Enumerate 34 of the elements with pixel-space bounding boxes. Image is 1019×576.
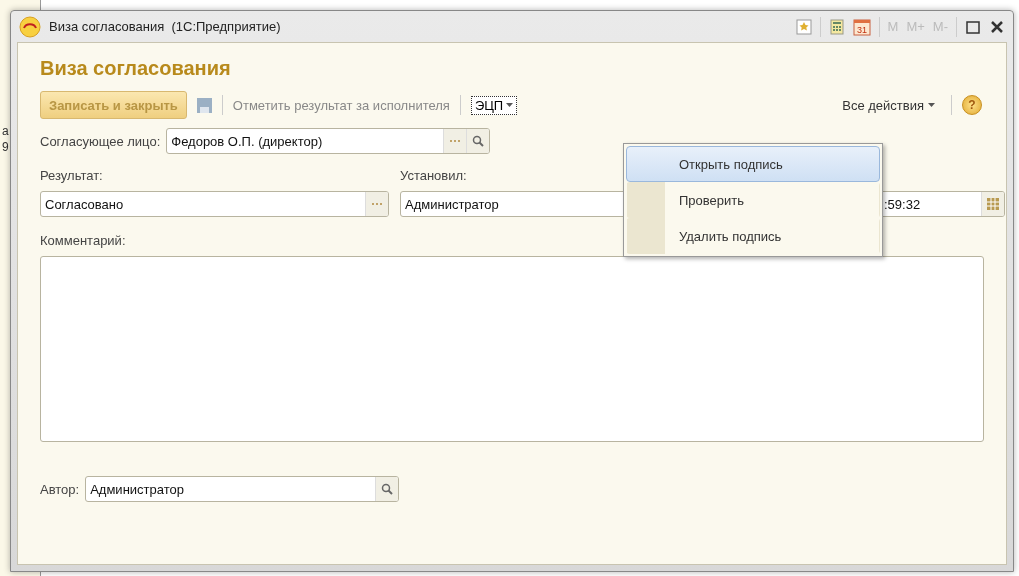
menu-item[interactable]: Удалить подпись [626, 218, 880, 254]
caret-icon [506, 103, 514, 107]
calculator-icon[interactable] [828, 18, 845, 35]
all-actions-button[interactable]: Все действия [836, 96, 941, 114]
author-field[interactable]: Администратор [85, 476, 400, 502]
field-label: Результат: [40, 168, 104, 183]
logo-icon [19, 15, 41, 38]
calendar-icon [987, 198, 999, 210]
signature-menu-button[interactable]: ЭЦП [470, 95, 518, 115]
help-button[interactable]: ? [962, 95, 982, 115]
field-label: Автор: [40, 481, 80, 497]
menu-item[interactable]: Открыть подпись [626, 146, 880, 182]
search-icon [472, 135, 485, 147]
field-label: Установил: [400, 168, 468, 183]
calendar-icon[interactable]: 31 [852, 17, 871, 36]
field-label: Согласующее лицо: [40, 133, 161, 149]
window-title: Виза согласования (1С:Предприятие) [49, 19, 282, 34]
maximize-icon[interactable] [965, 18, 981, 35]
menu-item[interactable]: Проверить [626, 182, 880, 218]
field-label: Комментарий: [40, 233, 126, 248]
window-text: а [1, 124, 10, 138]
approver-field[interactable]: Федоров О.П. (директор) [166, 128, 491, 154]
form-heading: Виза согласования [40, 57, 232, 80]
window-text: 9 [1, 140, 10, 154]
ellipsis-icon [449, 139, 462, 143]
mark-result-link[interactable]: Отметить результат за исполнителя [232, 97, 450, 113]
ellipsis-icon [371, 202, 383, 206]
favorite-icon[interactable] [795, 18, 812, 35]
comment-field[interactable] [40, 256, 984, 442]
close-icon[interactable] [989, 18, 1005, 35]
caret-icon [928, 103, 935, 107]
save-icon[interactable] [196, 97, 212, 113]
result-field[interactable]: Согласовано [40, 191, 389, 217]
search-icon [381, 483, 394, 495]
